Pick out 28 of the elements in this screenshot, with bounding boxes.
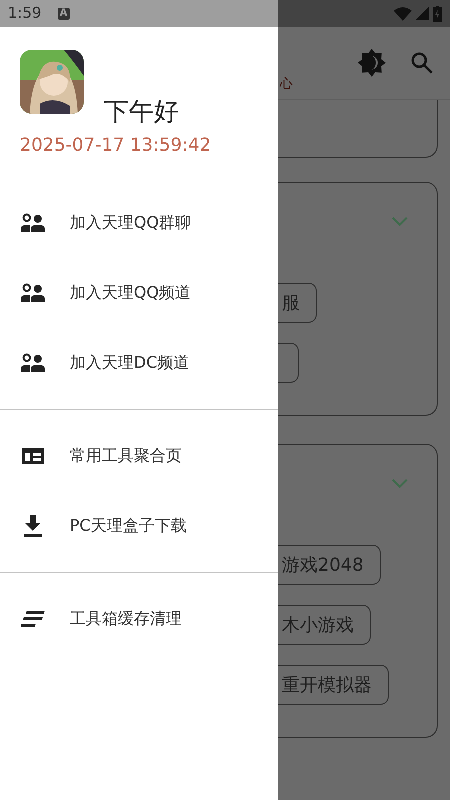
drawer-item[interactable]: PC天理盒子下载	[0, 491, 278, 561]
app-subtitle: 心	[280, 76, 293, 94]
download-icon	[23, 515, 43, 537]
signal-icon	[416, 7, 429, 20]
drawer-item-label: 工具箱缓存清理	[70, 608, 182, 630]
drawer-item-label: 常用工具聚合页	[70, 445, 182, 467]
drawer-item-label: 加入天理QQ频道	[70, 282, 192, 304]
drawer-item-label: 加入天理DC频道	[70, 352, 190, 374]
wifi-icon	[394, 6, 412, 20]
search-icon[interactable]	[410, 51, 434, 75]
drawer-item[interactable]: 加入天理QQ群聊	[0, 188, 278, 258]
theme-icon[interactable]	[358, 49, 386, 77]
people-icon	[20, 213, 46, 233]
drawer-item[interactable]: 工具箱缓存清理	[0, 584, 278, 654]
clock-text: 1:59	[8, 3, 42, 24]
drawer-item-label: 加入天理QQ群聊	[70, 212, 192, 234]
drawer-item[interactable]: 常用工具聚合页	[0, 421, 278, 491]
drawer-item[interactable]: 加入天理DC频道	[0, 328, 278, 398]
datetime-text: 2025-07-17 13:59:42	[19, 134, 212, 158]
lines-icon	[21, 611, 45, 627]
people-icon	[20, 353, 46, 373]
people-icon	[20, 283, 46, 303]
dashboard-icon	[22, 448, 44, 464]
drawer-item[interactable]: 加入天理QQ频道	[0, 258, 278, 328]
notification-icon: A	[58, 8, 70, 20]
drawer-item-label: PC天理盒子下载	[70, 515, 187, 537]
battery-icon	[433, 6, 442, 22]
greeting-text: 下午好	[104, 99, 179, 124]
